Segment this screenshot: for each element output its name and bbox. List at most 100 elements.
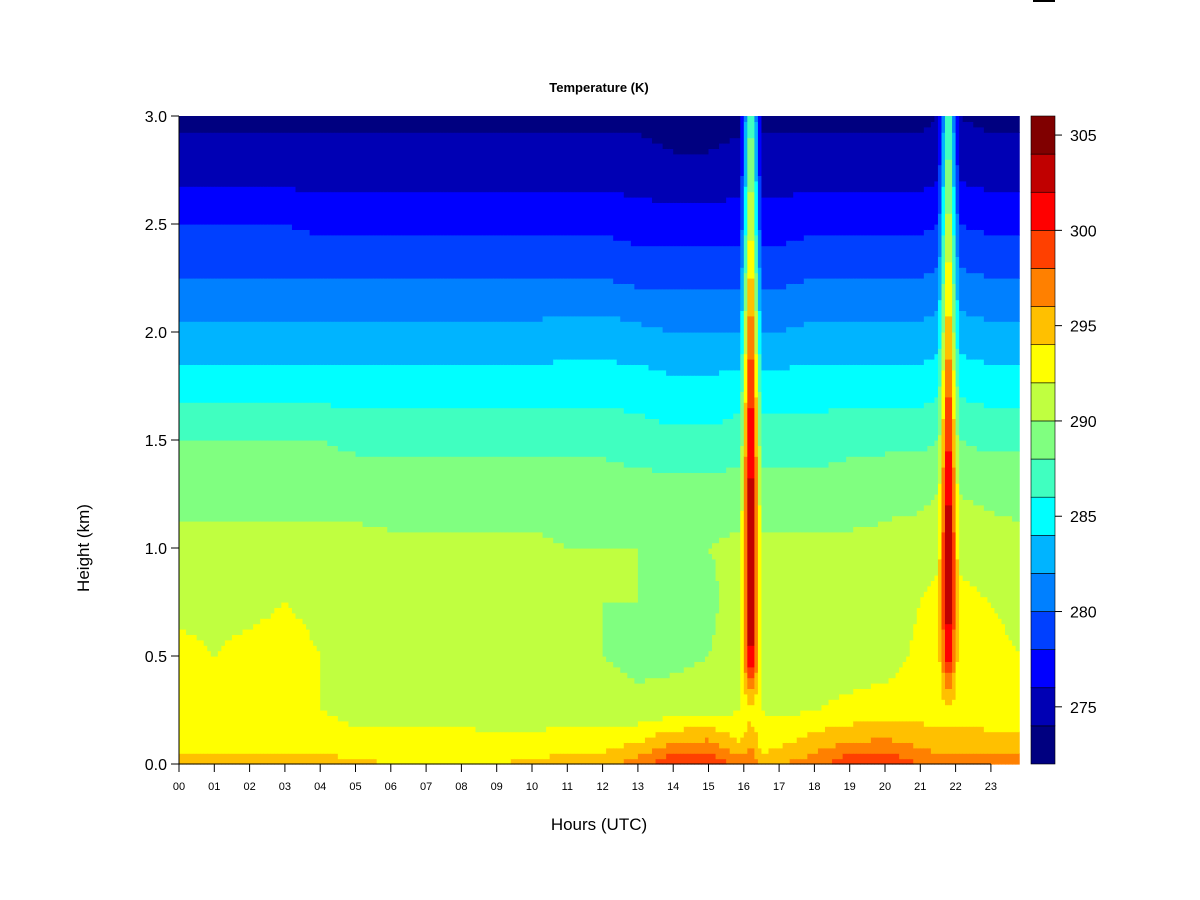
heatmap-cell	[937, 726, 943, 754]
heatmap-cell	[376, 364, 381, 409]
heatmap-cell	[803, 737, 808, 760]
heatmap-cell	[616, 132, 621, 193]
heatmap-cell	[182, 521, 187, 630]
heatmap-cell	[256, 440, 261, 522]
heatmap-cell	[659, 472, 664, 679]
heatmap-cell	[906, 191, 911, 236]
heatmap-cell	[803, 234, 808, 279]
heatmap-cell	[302, 321, 307, 365]
heatmap-cell	[507, 407, 512, 457]
heatmap-cell	[415, 116, 420, 133]
heatmap-cell	[846, 531, 851, 695]
heatmap-cell	[867, 407, 872, 457]
heatmap-cell	[644, 245, 650, 290]
heatmap-cell	[948, 213, 953, 263]
heatmap-cell	[817, 710, 823, 733]
heatmap-cell	[927, 445, 932, 506]
heatmap-cell	[655, 720, 660, 733]
heatmap-cell	[306, 191, 311, 230]
heatmap-cell	[274, 186, 279, 225]
heatmap-cell	[210, 364, 215, 403]
heatmap-cell	[757, 229, 763, 268]
heatmap-cell	[450, 278, 455, 322]
heatmap-cell	[535, 531, 540, 733]
heatmap-cell	[228, 132, 233, 187]
heatmap-cell	[380, 234, 385, 279]
heatmap-cell	[479, 116, 484, 133]
heatmap-cell	[641, 197, 646, 247]
heatmap-cell	[186, 634, 191, 754]
heatmap-cell	[270, 612, 275, 754]
heatmap-cell	[697, 423, 703, 473]
heatmap-cell	[1008, 191, 1013, 236]
heatmap-cell	[602, 234, 607, 279]
heatmap-cell	[235, 116, 240, 133]
heatmap-cell	[916, 321, 921, 365]
heatmap-cell	[415, 726, 420, 765]
heatmap-cell	[715, 148, 720, 203]
heatmap-cell	[680, 153, 685, 203]
heatmap-cell	[750, 191, 755, 241]
heatmap-cell	[690, 753, 695, 765]
heatmap-cell	[708, 650, 713, 716]
heatmap-cell	[895, 278, 900, 322]
heatmap-cell	[334, 278, 339, 322]
heatmap-cell	[337, 321, 342, 365]
heatmap-cell	[316, 321, 321, 365]
heatmap-cell	[969, 499, 974, 587]
heatmap-cell	[464, 456, 470, 533]
heatmap-cell	[366, 132, 371, 193]
heatmap-cell	[592, 132, 597, 193]
heatmap-cell	[733, 737, 738, 754]
heatmap-cell	[602, 315, 607, 360]
heatmap-cell	[634, 245, 639, 290]
heatmap-cell	[348, 521, 353, 727]
heatmap-cell	[715, 423, 720, 473]
heatmap-cell	[514, 531, 519, 733]
heatmap-cell	[623, 116, 628, 133]
heatmap-cell	[849, 693, 854, 727]
heatmap-cell	[729, 715, 734, 738]
heatmap-cell	[828, 699, 833, 727]
heatmap-cell	[754, 310, 759, 355]
heatmap-cell	[359, 407, 364, 457]
heatmap-cell	[807, 321, 812, 365]
heatmap-cell	[969, 186, 974, 230]
heatmap-cell	[712, 148, 717, 203]
heatmap-cell	[1008, 753, 1013, 765]
x-tick-label: 20	[879, 781, 891, 793]
heatmap-cell	[652, 418, 657, 473]
heatmap-cell	[274, 364, 279, 403]
y-axis-label: Height (km)	[74, 504, 93, 592]
heatmap-cell	[284, 132, 290, 187]
heatmap-cell	[263, 278, 268, 322]
heatmap-cell	[196, 132, 201, 187]
heatmap-cell	[471, 132, 477, 193]
heatmap-cell	[306, 278, 311, 322]
heatmap-cell	[927, 229, 932, 274]
heatmap-cell	[994, 364, 999, 409]
heatmap-cell	[514, 234, 519, 279]
heatmap-cell	[581, 315, 586, 360]
heatmap-cell	[764, 467, 770, 533]
heatmap-cell	[923, 747, 928, 765]
heatmap-cell	[327, 521, 332, 716]
heatmap-cell	[923, 591, 928, 727]
heatmap-cell	[595, 132, 600, 193]
heatmap-cell	[764, 332, 770, 371]
heatmap-cell	[486, 234, 491, 279]
heatmap-cell	[828, 191, 833, 236]
heatmap-cell	[616, 240, 621, 284]
heatmap-cell	[923, 402, 928, 452]
heatmap-cell	[976, 315, 981, 360]
heatmap-cell	[334, 521, 339, 716]
heatmap-cell	[750, 645, 755, 668]
heatmap-cell	[708, 548, 713, 554]
heatmap-cell	[394, 132, 399, 193]
heatmap-cell	[962, 499, 967, 581]
heatmap-cell	[524, 191, 530, 236]
heatmap-cell	[436, 407, 441, 457]
heatmap-cell	[299, 132, 304, 193]
heatmap-cell	[553, 456, 558, 544]
heatmap-cell	[299, 364, 304, 403]
